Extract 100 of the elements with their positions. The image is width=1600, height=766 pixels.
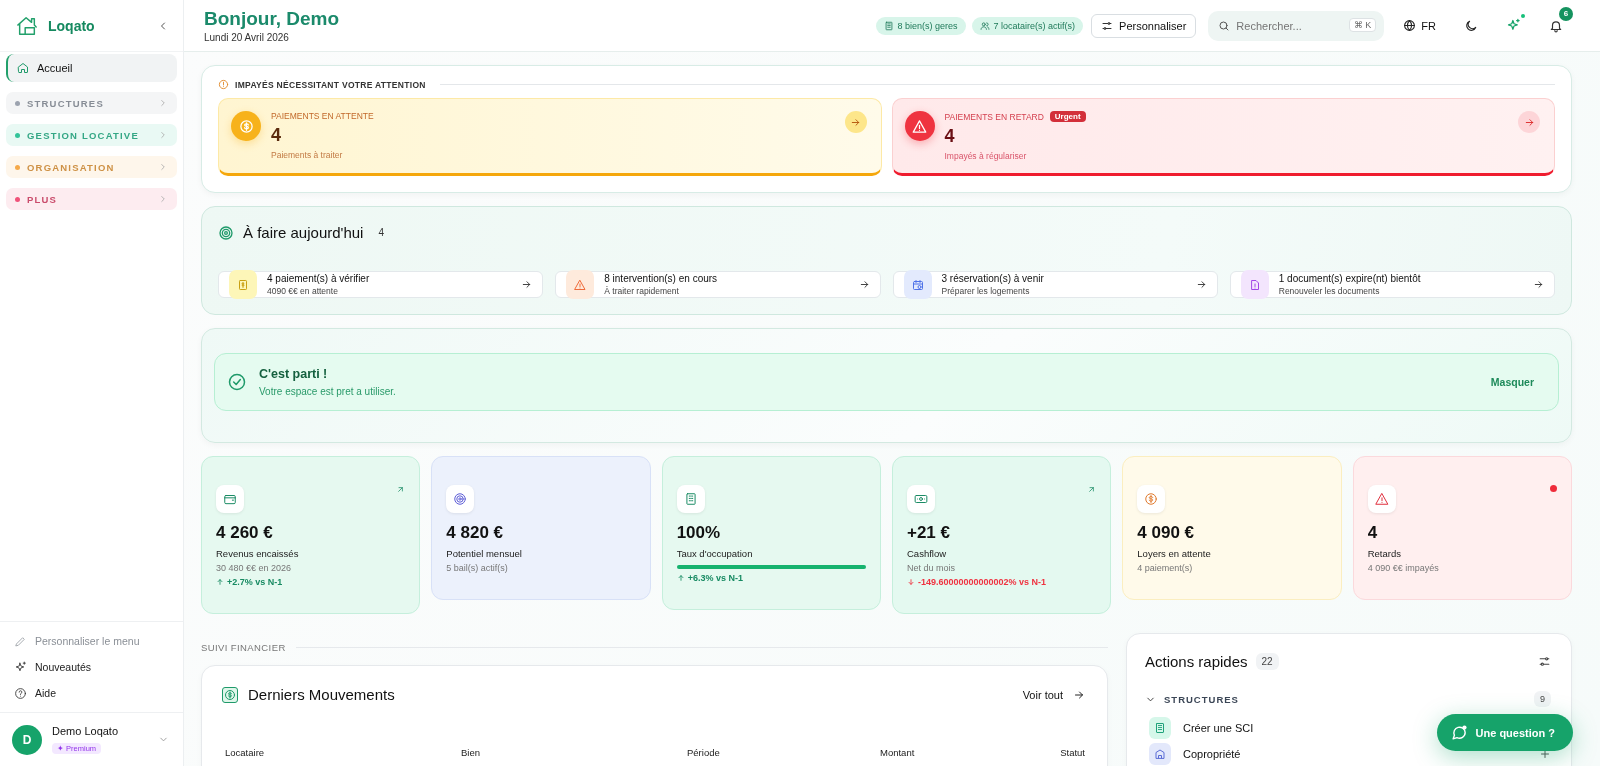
house-logo-icon bbox=[16, 14, 38, 37]
task-subtitle: Préparer les logements bbox=[941, 286, 1031, 296]
people-icon bbox=[979, 20, 990, 31]
house-icon bbox=[17, 62, 29, 74]
task-count: 4 bbox=[378, 227, 384, 238]
target-icon bbox=[453, 492, 468, 506]
add-button[interactable] bbox=[1539, 748, 1551, 760]
notification-count: 6 bbox=[1559, 6, 1573, 21]
quick-action-item[interactable]: Créer une SCI bbox=[1145, 715, 1260, 741]
chevron-right-icon bbox=[158, 130, 168, 140]
stat-value: 4 bbox=[1367, 523, 1379, 543]
help-icon bbox=[14, 686, 27, 700]
task-title: 1 document(s) expire(nt) bientôt bbox=[1278, 273, 1422, 284]
brand-name: Loqato bbox=[48, 17, 96, 34]
open-button[interactable] bbox=[844, 111, 867, 133]
arrow-up-icon bbox=[216, 578, 224, 586]
column-header: Bien bbox=[461, 747, 481, 758]
group-count: 9 bbox=[1534, 691, 1551, 707]
arrow-right-icon bbox=[850, 116, 861, 128]
stat-label: Potentiel mensuel bbox=[446, 548, 523, 559]
alert-circle-icon bbox=[218, 79, 229, 90]
date-label: Lundi 20 Avril 2026 bbox=[204, 32, 290, 43]
task-title: 8 intervention(s) en cours bbox=[604, 273, 719, 284]
house-icon bbox=[1154, 748, 1166, 760]
calendar-icon bbox=[911, 278, 924, 291]
customize-button[interactable]: Personnaliser bbox=[1091, 13, 1197, 38]
column-header: Locataire bbox=[225, 747, 266, 758]
dollar-document-icon bbox=[237, 278, 249, 291]
card-title: Actions rapides bbox=[1145, 652, 1248, 670]
section-title: À faire aujourd'hui bbox=[243, 224, 364, 241]
stat-value: 4 090 € bbox=[1137, 523, 1196, 543]
dollar-icon bbox=[238, 118, 254, 134]
trend-text: -149.60000000000002% vs N-1 bbox=[918, 577, 1047, 587]
target-icon bbox=[218, 224, 234, 241]
language-button[interactable]: FR bbox=[1396, 11, 1443, 40]
sparkle-icon bbox=[1506, 18, 1521, 33]
column-header: Période bbox=[687, 747, 721, 758]
task-card[interactable]: 4 paiement(s) à vérifier 4090 €€ en attente bbox=[218, 271, 544, 298]
open-link[interactable] bbox=[1087, 485, 1097, 494]
chevron-right-icon bbox=[158, 194, 168, 204]
arrow-up-right-icon bbox=[1087, 485, 1097, 494]
sparkle-icon bbox=[14, 660, 27, 674]
open-button[interactable] bbox=[1518, 111, 1540, 133]
arrow-up-icon bbox=[676, 574, 685, 582]
stat-label: Retards bbox=[1367, 548, 1402, 559]
plus-icon bbox=[1539, 748, 1551, 760]
stat-chip: 7 locataire(s) actif(s) bbox=[971, 16, 1084, 35]
task-card[interactable]: 3 réservation(s) à venir Préparer les logements bbox=[892, 271, 1218, 298]
warning-icon bbox=[1374, 492, 1389, 506]
stat-label: Revenus encaissés bbox=[216, 548, 300, 559]
arrow-down-icon bbox=[907, 578, 915, 586]
card-title: Derniers Mouvements bbox=[248, 686, 395, 703]
task-subtitle: 4090 €€ en attente bbox=[267, 286, 339, 296]
stat-detail: Net du mois bbox=[907, 563, 956, 573]
nav-group[interactable]: PLUS bbox=[6, 188, 177, 210]
arrow-right-icon bbox=[1073, 688, 1085, 701]
chevron-right-icon bbox=[158, 162, 168, 172]
stat-detail: 30 480 €€ en 2026 bbox=[216, 563, 293, 573]
stat-value: 4 260 € bbox=[216, 523, 274, 543]
wallet-icon bbox=[223, 492, 237, 506]
stat-detail: 4 paiement(s) bbox=[1137, 563, 1194, 573]
menu-link[interactable]: Nouveautés bbox=[10, 654, 173, 680]
task-card[interactable]: 8 intervention(s) en cours À traiter rapidement bbox=[555, 271, 881, 298]
stat-chip: 8 bien(s) geres bbox=[875, 16, 966, 35]
document-alert-icon bbox=[1248, 278, 1261, 291]
building-icon bbox=[883, 20, 894, 31]
nav-item[interactable]: Accueil bbox=[6, 54, 177, 82]
group-header[interactable]: STRUCTURES 9 bbox=[1145, 692, 1551, 706]
pencil-icon bbox=[14, 634, 27, 648]
building-icon bbox=[1154, 722, 1166, 734]
dismiss-button[interactable]: Masquer bbox=[1490, 376, 1534, 388]
sliders-icon bbox=[1101, 19, 1114, 32]
stat-detail: 5 bail(s) actif(s) bbox=[446, 563, 509, 573]
column-header: Montant bbox=[880, 747, 916, 758]
card-subtitle: Paiements à traiter bbox=[271, 150, 344, 160]
arrow-up-right-icon bbox=[396, 485, 406, 494]
settings-button[interactable] bbox=[1538, 654, 1551, 668]
quick-action-item[interactable]: Copropriété bbox=[1145, 741, 1247, 766]
chat-icon bbox=[1450, 724, 1468, 741]
view-all-link[interactable]: Voir tout bbox=[1022, 688, 1085, 701]
menu-link[interactable]: Aide bbox=[10, 680, 173, 706]
task-title: 3 réservation(s) à venir bbox=[941, 273, 1045, 284]
column-header: Statut bbox=[1060, 747, 1085, 758]
trend-text: +6.3% vs N-1 bbox=[687, 573, 743, 583]
stat-value: 100% bbox=[676, 523, 722, 543]
arrow-right-icon bbox=[1533, 279, 1544, 290]
arrow-right-icon bbox=[858, 279, 870, 290]
card-title: PAIEMENTS EN ATTENTE bbox=[271, 111, 374, 121]
chevron-right-icon bbox=[158, 98, 168, 108]
stat-label: Cashflow bbox=[907, 548, 948, 559]
warning-icon bbox=[574, 278, 587, 291]
warning-icon bbox=[912, 118, 927, 134]
open-link[interactable] bbox=[396, 485, 406, 494]
sliders-icon bbox=[1538, 654, 1551, 668]
stat-value: +21 € bbox=[907, 523, 951, 543]
banner-title: C'est parti ! bbox=[259, 367, 329, 381]
card-value: 4 bbox=[271, 125, 282, 146]
stat-value: 4 820 € bbox=[446, 523, 505, 543]
card-title: PAIEMENTS EN RETARD bbox=[944, 111, 1044, 122]
task-card[interactable]: 1 document(s) expire(nt) bientôt Renouveler les documents bbox=[1229, 271, 1555, 298]
